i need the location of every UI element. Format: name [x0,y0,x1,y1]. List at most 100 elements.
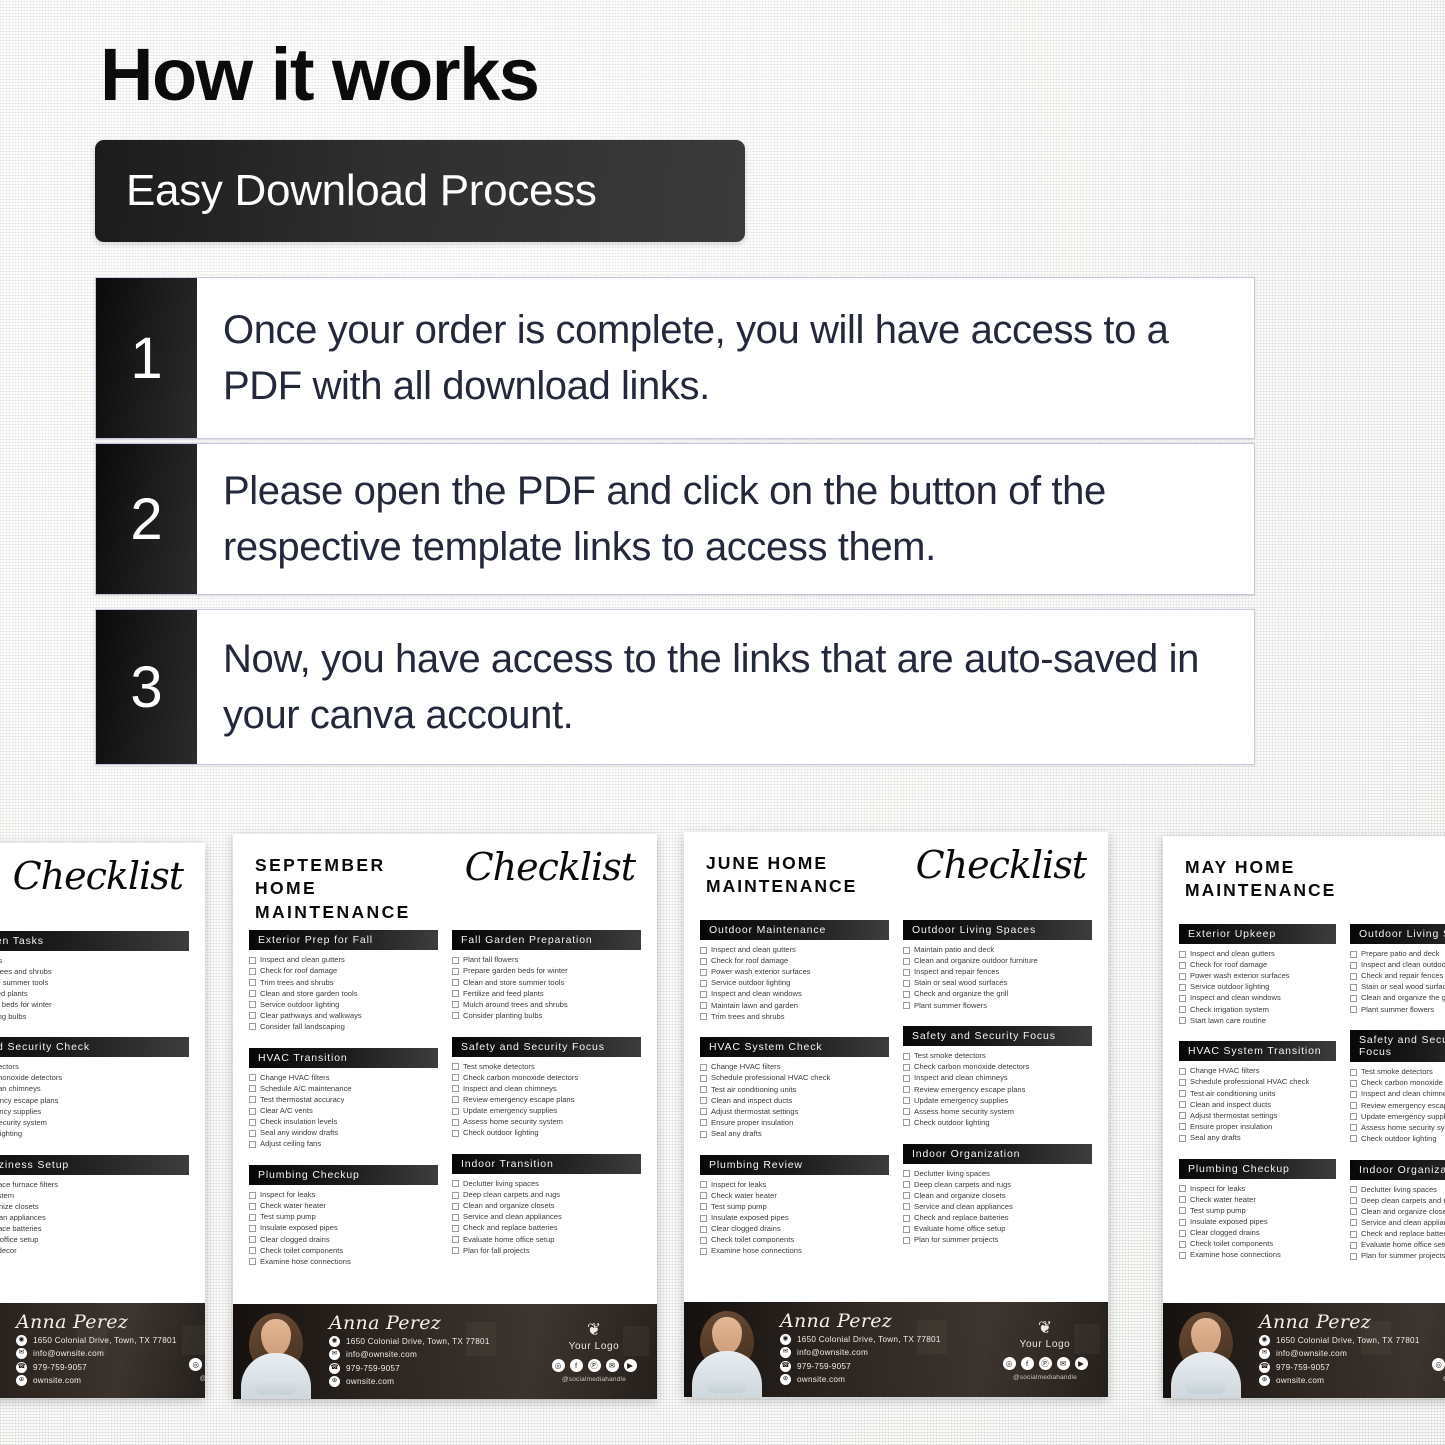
task-row[interactable]: Check outdoor lighting [1350,1134,1445,1144]
task-checkbox[interactable] [1350,1113,1357,1121]
task-checkbox[interactable] [1350,1241,1357,1249]
task-checkbox[interactable] [1179,1078,1186,1086]
task-checkbox[interactable] [1350,1230,1357,1238]
task-checkbox[interactable] [452,956,459,964]
task-checkbox[interactable] [249,1129,256,1137]
contact-line-address[interactable]: ◉ 1650 Colonial Drive, Town, TX 77801 [16,1334,177,1346]
task-checkbox[interactable] [249,1247,256,1255]
contact-line-phone[interactable]: ☎ 979-759-9057 [16,1361,177,1373]
task-checkbox[interactable] [903,1236,910,1244]
task-row[interactable]: Adjust thermostat settings [1179,1111,1336,1121]
task-row[interactable]: Check toilet components [1179,1239,1336,1249]
task-row[interactable]: Clear clogged drains [1179,1228,1336,1238]
task-row[interactable]: Plan for winter decor [0,1246,189,1256]
task-checkbox[interactable] [1350,1135,1357,1143]
task-row[interactable]: Declutter living spaces [1350,1185,1445,1195]
task-row[interactable]: Inspect and clean chimneys [1350,1089,1445,1099]
task-checkbox[interactable] [700,990,707,998]
task-checkbox[interactable] [903,946,910,954]
task-row[interactable]: Plan for fall projects [452,1246,641,1256]
task-checkbox[interactable] [903,1192,910,1200]
facebook-icon[interactable]: f [569,1358,583,1372]
task-row[interactable]: Start lawn care routine [1179,1016,1336,1026]
task-checkbox[interactable] [452,1191,459,1199]
task-checkbox[interactable] [700,1002,707,1010]
task-checkbox[interactable] [1350,994,1357,1002]
task-row[interactable]: Test air conditioning units [700,1085,889,1095]
task-checkbox[interactable] [452,1129,459,1137]
contact-line-address[interactable]: ◉ 1650 Colonial Drive, Town, TX 77801 [1259,1334,1420,1346]
task-row[interactable]: Test heating system [0,1191,189,1201]
task-checkbox[interactable] [452,1107,459,1115]
task-row[interactable]: Trim trees and shrubs [249,978,438,988]
task-checkbox[interactable] [1179,1251,1186,1259]
task-checkbox[interactable] [452,1247,459,1255]
task-row[interactable]: Evaluate home office setup [452,1235,641,1245]
task-row[interactable]: Consider planting bulbs [0,1012,189,1022]
task-row[interactable]: Inspect for leaks [249,1190,438,1200]
task-checkbox[interactable] [903,1119,910,1127]
task-checkbox[interactable] [249,1096,256,1104]
task-row[interactable]: Check irrigation system [1179,1005,1336,1015]
task-row[interactable]: Stain or seal wood surfaces [903,978,1092,988]
task-checkbox[interactable] [700,1063,707,1071]
task-row[interactable]: Schedule professional HVAC check [700,1073,889,1083]
task-checkbox[interactable] [1179,1185,1186,1193]
task-row[interactable]: Clear A/C vents [249,1106,438,1116]
task-row[interactable]: Ensure proper insulation [700,1118,889,1128]
task-row[interactable]: Check and replace furnace filters [0,1180,189,1190]
task-checkbox[interactable] [903,1181,910,1189]
task-row[interactable]: Test smoke detectors [0,1062,189,1072]
task-row[interactable]: Check toilet components [700,1235,889,1245]
task-checkbox[interactable] [700,1181,707,1189]
task-checkbox[interactable] [249,1213,256,1221]
task-row[interactable]: Check and organize the grill [903,989,1092,999]
task-row[interactable]: Declutter living spaces [903,1169,1092,1179]
task-checkbox[interactable] [249,1140,256,1148]
task-checkbox[interactable] [1179,950,1186,958]
facebook-icon[interactable]: f [1020,1356,1034,1370]
task-row[interactable]: Check water heater [1179,1195,1336,1205]
task-checkbox[interactable] [1179,1134,1186,1142]
task-checkbox[interactable] [903,1214,910,1222]
instagram-icon[interactable]: ◎ [189,1357,203,1371]
task-row[interactable]: Mulch around trees and shrubs [0,967,189,977]
task-row[interactable]: Adjust thermostat settings [700,1107,889,1117]
instagram-icon[interactable]: ◎ [551,1358,565,1372]
task-row[interactable]: Check and replace batteries [903,1213,1092,1223]
task-checkbox[interactable] [249,1258,256,1266]
task-row[interactable]: Update emergency supplies [1350,1112,1445,1122]
task-row[interactable]: Check and replace batteries [0,1224,189,1234]
task-row[interactable]: Stain or seal wood surfaces [1350,982,1445,992]
task-checkbox[interactable] [903,979,910,987]
task-row[interactable]: Service and clean appliances [0,1213,189,1223]
task-checkbox[interactable] [1179,1067,1186,1075]
task-row[interactable]: Update emergency supplies [452,1106,641,1116]
task-checkbox[interactable] [1350,1079,1357,1087]
task-row[interactable]: Maintain lawn and garden [700,1001,889,1011]
task-row[interactable]: Service outdoor lighting [700,978,889,988]
task-row[interactable]: Clean and organize closets [903,1191,1092,1201]
pinterest-icon[interactable]: Ⓟ [587,1358,601,1372]
task-checkbox[interactable] [903,1052,910,1060]
task-checkbox[interactable] [700,957,707,965]
task-checkbox[interactable] [700,1247,707,1255]
task-checkbox[interactable] [700,1236,707,1244]
task-checkbox[interactable] [249,956,256,964]
task-row[interactable]: Test smoke detectors [452,1062,641,1072]
task-checkbox[interactable] [903,1097,910,1105]
task-row[interactable]: Review emergency escape plans [1350,1101,1445,1111]
task-checkbox[interactable] [1350,1219,1357,1227]
task-checkbox[interactable] [452,1213,459,1221]
task-row[interactable]: Plan for summer projects [903,1235,1092,1245]
task-checkbox[interactable] [1179,1101,1186,1109]
task-row[interactable]: Service and clean appliances [452,1212,641,1222]
task-row[interactable]: Examine hose connections [249,1257,438,1267]
task-checkbox[interactable] [1350,1197,1357,1205]
task-checkbox[interactable] [249,1085,256,1093]
checklist-card-left-partial[interactable]: ME EChecklistFall Garden Tasks Plant fall… [0,843,205,1398]
task-row[interactable]: Evaluate home office setup [1350,1240,1445,1250]
contact-line-address[interactable]: ◉ 1650 Colonial Drive, Town, TX 77801 [329,1335,539,1347]
task-row[interactable]: Clean and organize the grill [1350,993,1445,1003]
youtube-icon[interactable]: ▶ [623,1358,637,1372]
